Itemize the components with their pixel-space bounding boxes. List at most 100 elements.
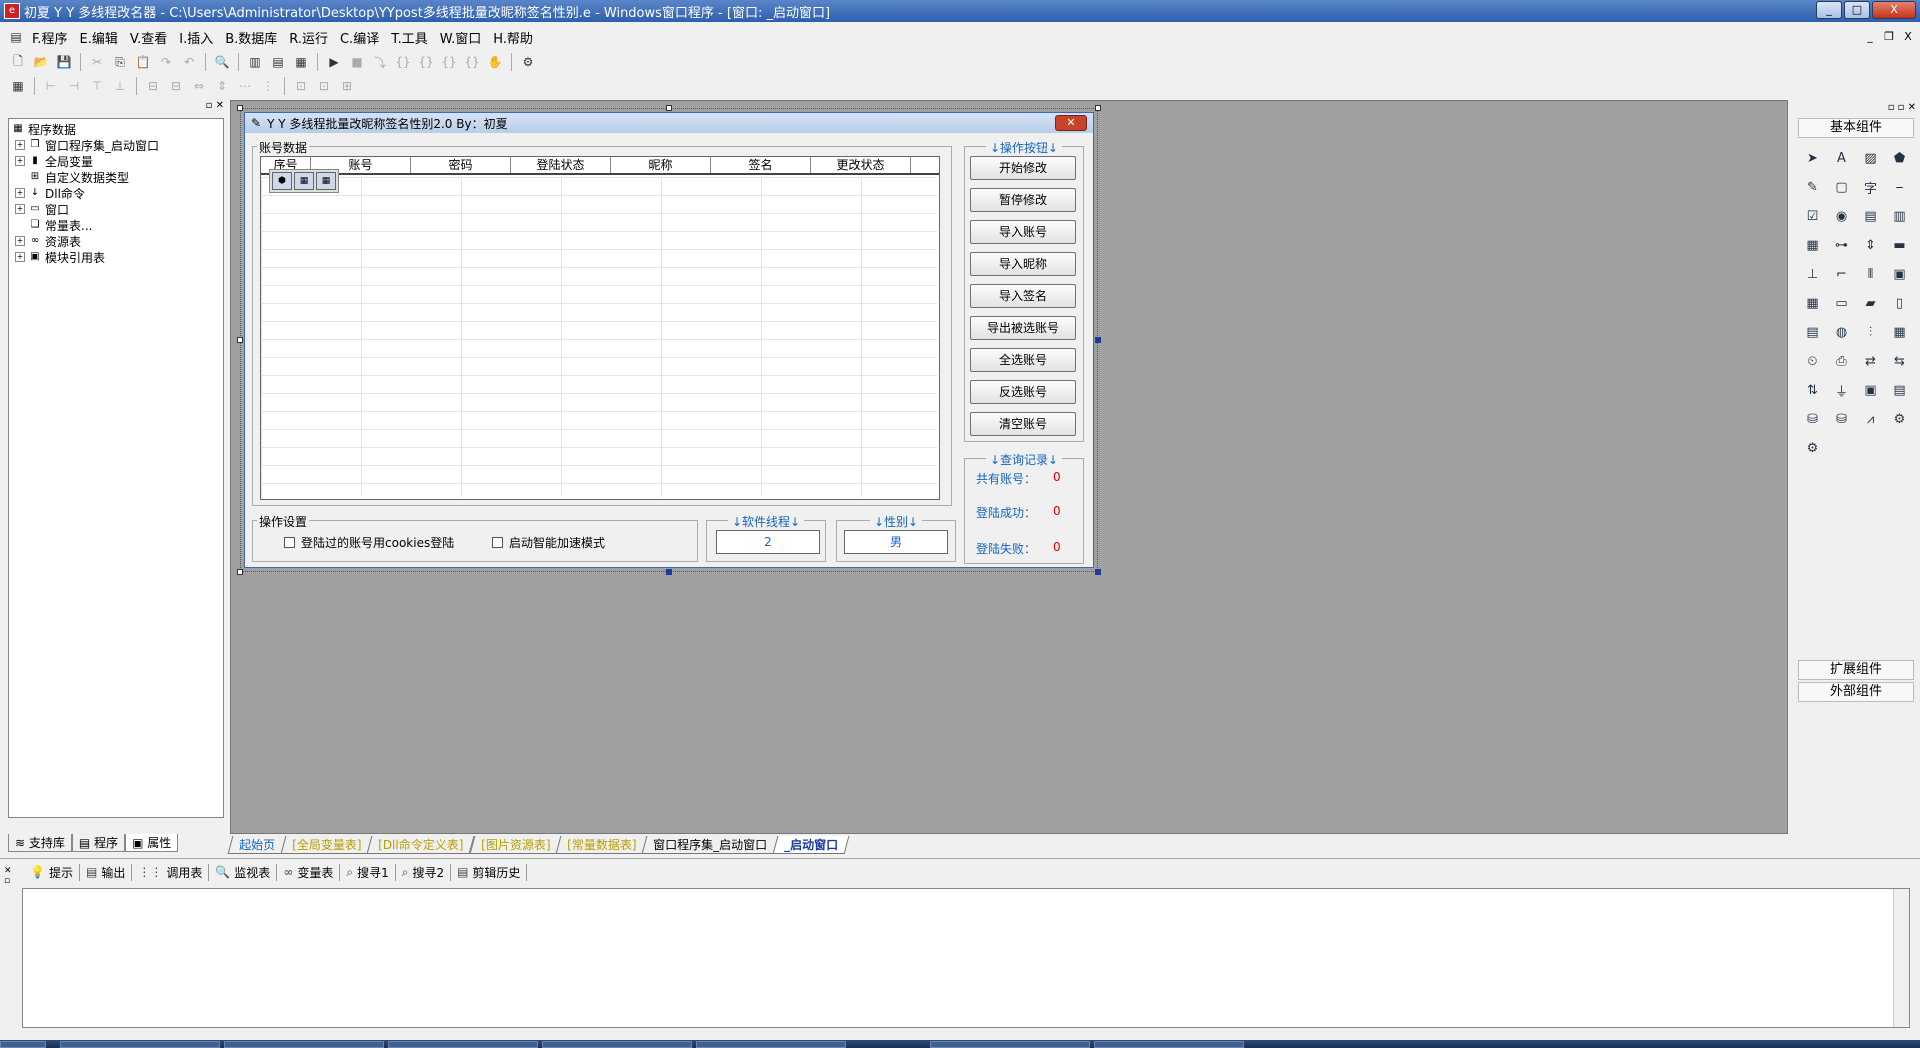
odbc-source-icon[interactable]: ⚙ [1798, 434, 1827, 463]
text-icon[interactable]: 字 [1856, 173, 1885, 202]
new-file-icon[interactable]: 🗋 [8, 52, 28, 72]
expand-icon[interactable]: + [15, 188, 25, 198]
invert-selection-button[interactable]: 反选账号 [970, 380, 1076, 404]
status-bar-icon[interactable]: ▤ [1885, 376, 1914, 405]
tab-properties[interactable]: ▣ 属性 [125, 834, 179, 852]
odbc-icon[interactable]: ⚙ [1885, 405, 1914, 434]
window-frame-icon[interactable]: ▣ [1856, 376, 1885, 405]
list-icon[interactable]: ▤ [1856, 202, 1885, 231]
database-icon[interactable]: ⛁ [1827, 405, 1856, 434]
align-top-icon[interactable]: ⊤ [87, 76, 107, 96]
pointer-icon[interactable]: ➤ [1798, 144, 1827, 173]
tab-search2[interactable]: ⌕ 搜寻2 [396, 863, 452, 881]
resize-handle[interactable] [237, 337, 243, 343]
picture-box-icon[interactable]: ▨ [1856, 144, 1885, 173]
column-header[interactable]: 密码 [411, 157, 511, 173]
data-source-icon[interactable]: ⛁ [1798, 405, 1827, 434]
step-icon[interactable]: ⤵ [370, 52, 390, 72]
debug-icon[interactable]: ⚙ [518, 52, 538, 72]
tab-hints[interactable]: 💡 提示 [24, 863, 80, 881]
tab-dll-commands[interactable]: [Dll命令定义表] [366, 836, 476, 854]
threads-input[interactable]: 2 [716, 530, 820, 554]
label-icon[interactable]: A [1827, 144, 1856, 173]
progress-icon[interactable]: ▬ [1885, 231, 1914, 260]
column-header[interactable]: 更改状态 [811, 157, 911, 173]
copy-icon[interactable]: ⎘ [110, 52, 130, 72]
layout-left-icon[interactable]: ▥ [245, 52, 265, 72]
mdi-minimize-button[interactable]: _ [1862, 30, 1878, 44]
account-table[interactable]: 序号 账号 密码 登陆状态 昵称 签名 更改状态 ⬢ ▦ ▦ [260, 156, 940, 500]
menu-help[interactable]: H.帮助 [487, 28, 539, 47]
tab-image-resources[interactable]: [图片资源表] [469, 836, 562, 854]
column-header[interactable]: 登陆状态 [511, 157, 611, 173]
undo-icon[interactable]: ↶ [179, 52, 199, 72]
gender-input[interactable]: 男 [844, 530, 948, 554]
center-in-form-v-icon[interactable]: ⊡ [314, 76, 334, 96]
align-left-icon[interactable]: ⊢ [41, 76, 61, 96]
grid-list-icon[interactable]: ▤ [1798, 318, 1827, 347]
center-in-form-h-icon[interactable]: ⊡ [291, 76, 311, 96]
tree-node[interactable]: + ∞ 资源表 [11, 233, 221, 249]
taskbar-item[interactable] [696, 1041, 846, 1048]
radio-icon[interactable]: ◉ [1827, 202, 1856, 231]
image-list-icon[interactable]: ▣ [1885, 260, 1914, 289]
paste-icon[interactable]: 📋 [133, 52, 153, 72]
folder-icon[interactable]: ▰ [1856, 289, 1885, 318]
same-width-icon[interactable]: ⇔ [189, 76, 209, 96]
redo-icon[interactable]: ↷ [156, 52, 176, 72]
panel-header-buttons[interactable]: ▫ ▫ ✕ [1888, 102, 1916, 113]
tree-node[interactable]: + ❒ 窗口程序集_启动窗口 [11, 137, 221, 153]
clear-accounts-button[interactable]: 清空账号 [970, 412, 1076, 436]
start-button[interactable] [0, 1041, 46, 1048]
menu-view[interactable]: V.查看 [124, 28, 173, 47]
find-icon[interactable]: 🔍 [212, 52, 232, 72]
network-icon[interactable]: ⇄ [1856, 347, 1885, 376]
taskbar-item[interactable] [60, 1041, 220, 1048]
menu-database[interactable]: B.数据库 [219, 28, 283, 47]
column-header[interactable]: 签名 [711, 157, 811, 173]
column-header[interactable]: 昵称 [611, 157, 711, 173]
checkbox-box[interactable] [492, 537, 503, 548]
tree-node[interactable]: + ▣ 模块引用表 [11, 249, 221, 265]
client-icon[interactable]: ⇆ [1885, 347, 1914, 376]
step-over-icon[interactable]: {} [416, 52, 436, 72]
tab-window-assembly[interactable]: 窗口程序集_启动窗口 [642, 836, 779, 854]
layout-grid-icon[interactable]: ▦ [291, 52, 311, 72]
output-scrollbar[interactable] [1893, 889, 1909, 1027]
taskbar-item[interactable] [1094, 1041, 1244, 1048]
space-vertical-icon[interactable]: ⋮ [258, 76, 278, 96]
tree-node[interactable]: ❏ 常量表... [11, 217, 221, 233]
tab-icon[interactable]: ▦ [1885, 318, 1914, 347]
combo-icon[interactable]: ▥ [1885, 202, 1914, 231]
calendar-icon[interactable]: ▦ [1798, 289, 1827, 318]
timer-component-icon[interactable]: ▦ [294, 172, 314, 190]
menu-tools[interactable]: T.工具 [385, 28, 434, 47]
tree-icon[interactable]: ⫶ [1856, 318, 1885, 347]
close-button[interactable]: X [1872, 1, 1916, 19]
taskbar-item[interactable] [388, 1041, 538, 1048]
same-height-icon[interactable]: ⇕ [212, 76, 232, 96]
menu-program[interactable]: F.程序 [26, 28, 74, 47]
tab-constants[interactable]: [常量数据表] [555, 836, 648, 854]
start-modify-button[interactable]: 开始修改 [970, 156, 1076, 180]
menu-edit[interactable]: E.编辑 [74, 28, 124, 47]
form-close-button[interactable]: ✕ [1055, 115, 1087, 131]
step-out-icon[interactable]: {} [439, 52, 459, 72]
import-signatures-button[interactable]: 导入签名 [970, 284, 1076, 308]
chart-icon[interactable]: ⩘ [1856, 405, 1885, 434]
cookies-login-checkbox[interactable]: 登陆过的账号用cookies登陆 [284, 534, 454, 551]
tree-node[interactable]: ▦ 程序数据 [11, 121, 221, 137]
frame-icon[interactable]: ▢ [1827, 173, 1856, 202]
taskbar-item[interactable] [930, 1041, 1090, 1048]
tab-global-variables[interactable]: [全局变量表] [280, 836, 373, 854]
expand-icon[interactable]: + [15, 140, 25, 150]
tab-variables[interactable]: ∞ 变量表 [277, 863, 341, 881]
pause-modify-button[interactable]: 暂停修改 [970, 188, 1076, 212]
globe-icon[interactable]: ◍ [1827, 318, 1856, 347]
tab-startup-window[interactable]: _启动窗口 [773, 836, 850, 854]
tab-output[interactable]: ▤ 输出 [80, 863, 133, 881]
expand-icon[interactable]: + [15, 236, 25, 246]
extended-components-header[interactable]: 扩展组件 [1798, 660, 1914, 680]
cut-icon[interactable]: ✂ [87, 52, 107, 72]
center-vertical-icon[interactable]: ⊟ [166, 76, 186, 96]
